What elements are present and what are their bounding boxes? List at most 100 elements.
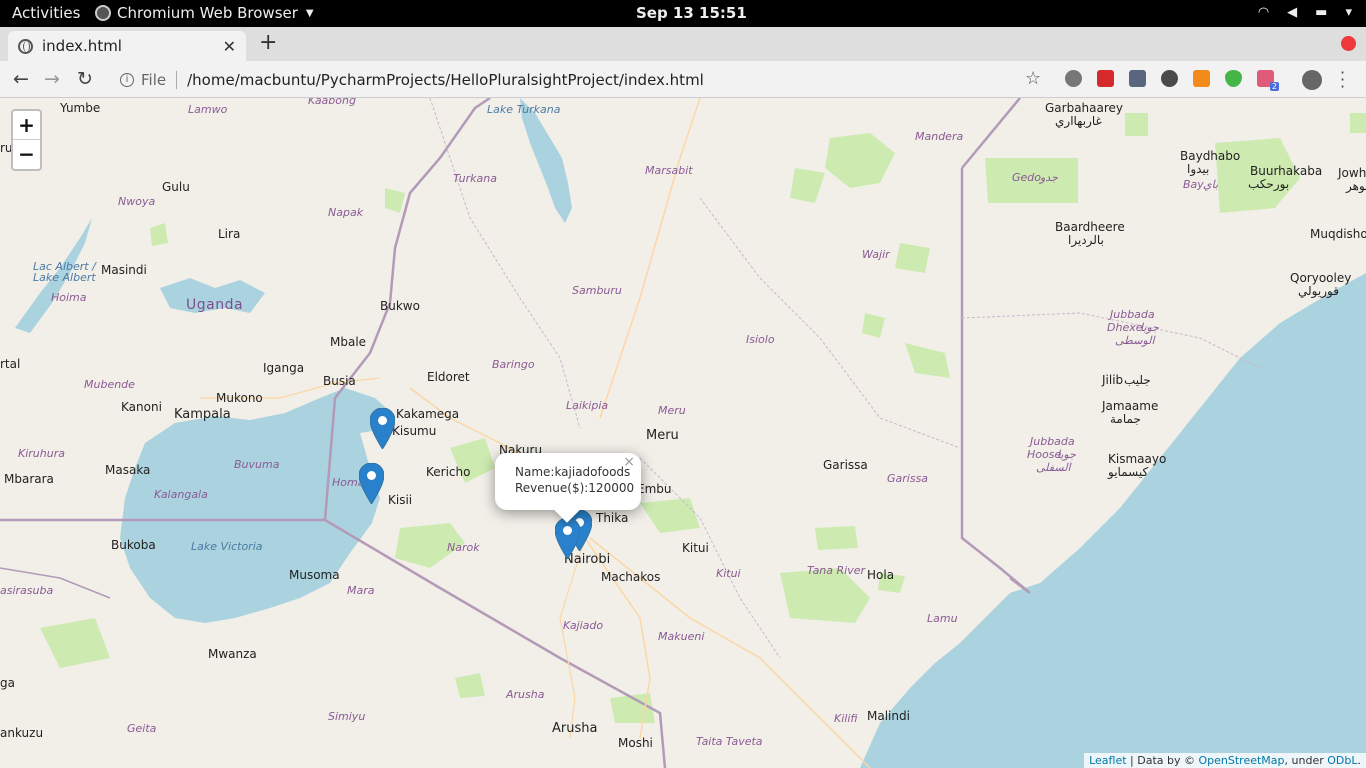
map-label: Thika <box>596 511 629 525</box>
map-label: Marsabit <box>645 164 693 177</box>
map-label: Nwoya <box>118 195 156 208</box>
map-label: Masaka <box>105 463 151 477</box>
extension-shield-icon[interactable] <box>1225 70 1242 87</box>
popup-name: Name:kajiadofoods <box>515 465 631 479</box>
tab-index-html[interactable]: index.html ✕ <box>8 31 246 61</box>
map-label: Bukoba <box>111 538 156 552</box>
leaflet-link[interactable]: Leaflet <box>1089 754 1126 767</box>
map-marker-pin[interactable] <box>359 463 384 504</box>
system-tray[interactable]: ◠ ◀ ▬ ▾ <box>1258 5 1352 20</box>
map-label: Geita <box>127 722 157 735</box>
extension-chat-icon[interactable] <box>1065 70 1082 87</box>
extension-pdf-icon[interactable] <box>1097 70 1114 87</box>
map-label: Kanoni <box>121 400 162 414</box>
map-label: Garbahaarey <box>1045 101 1124 115</box>
map-label: Lake Victoria <box>191 540 263 553</box>
map-label: Mubende <box>84 378 135 391</box>
map-label: بيدوا <box>1187 162 1210 176</box>
extension-orange-icon[interactable] <box>1193 70 1210 87</box>
reload-button[interactable]: ↻ <box>77 68 93 90</box>
map-label: Makueni <box>658 630 705 643</box>
map-label: Iganga <box>263 361 305 375</box>
map-label: Embu <box>637 482 672 496</box>
map-label: جوبا <box>1140 321 1159 334</box>
new-tab-button[interactable]: + <box>259 31 277 55</box>
clock[interactable]: Sep 13 15:51 <box>636 4 747 22</box>
tab-title: index.html <box>42 37 122 55</box>
openstreetmap-link[interactable]: OpenStreetMap <box>1199 754 1285 767</box>
extension-badge-icon[interactable]: 2 <box>1257 70 1279 91</box>
bookmark-star-icon[interactable]: ☆ <box>1025 68 1041 89</box>
map-label: Kilifi <box>834 712 858 725</box>
system-top-bar: Activities Chromium Web Browser ▼ Sep 13… <box>0 0 1366 27</box>
map-label: جوهر <box>1346 179 1366 193</box>
popup-close-button[interactable]: × <box>623 454 635 470</box>
map-label: باي <box>1203 178 1219 191</box>
map-label: Moshi <box>618 736 653 750</box>
zoom-out-button[interactable]: − <box>13 140 40 169</box>
map-label: Baardheere <box>1055 220 1125 234</box>
map-label: جمامة <box>1110 412 1141 426</box>
wifi-icon[interactable]: ◠ <box>1258 5 1269 20</box>
kebab-menu-icon[interactable]: · · · <box>1340 65 1345 95</box>
window-close-button[interactable] <box>1341 36 1356 51</box>
map-label: Kericho <box>426 465 471 479</box>
close-tab-icon[interactable]: ✕ <box>223 37 236 56</box>
map-label: Taita Taveta <box>696 735 763 748</box>
map-label: Malindi <box>867 709 910 723</box>
map-label: Mwanza <box>208 647 257 661</box>
extension-badge: 2 <box>1269 82 1279 91</box>
map-label: Yumbe <box>60 101 101 115</box>
map-label: Isiolo <box>746 333 775 346</box>
map-label: Lira <box>218 227 241 241</box>
map-label: Kakamega <box>396 407 460 421</box>
map-label: Wajir <box>862 248 890 261</box>
odbl-link[interactable]: ODbL <box>1327 754 1357 767</box>
map-label: Uganda <box>186 297 244 313</box>
map-label: ankuzu <box>0 726 44 740</box>
volume-icon[interactable]: ◀ <box>1287 5 1297 20</box>
battery-icon[interactable]: ▬ <box>1315 5 1327 20</box>
extensions-area: 2 <box>1065 70 1279 91</box>
map-label: Meru <box>646 428 679 443</box>
chromium-icon <box>95 5 111 21</box>
map-label: Dhexe <box>1107 321 1143 334</box>
extension-fedora-icon[interactable] <box>1161 70 1178 87</box>
address-bar[interactable]: i File /home/macbuntu/PycharmProjects/He… <box>112 65 1052 94</box>
leaflet-map[interactable]: Yumbe Lamwo Kaabong Lake Turkana Garbaha… <box>0 98 1366 768</box>
map-label: بالرديرا <box>1068 233 1104 247</box>
zoom-control: + − <box>11 109 42 171</box>
url-text[interactable]: /home/macbuntu/PycharmProjects/HelloPlur… <box>187 71 704 89</box>
map-label: Masindi <box>101 263 147 277</box>
map-label: Machakos <box>601 570 661 584</box>
map-label: الوسطى <box>1115 334 1155 347</box>
extension-upload-icon[interactable] <box>1129 70 1146 87</box>
map-label: Qoryooley <box>1290 271 1352 285</box>
avatar[interactable] <box>1302 70 1322 90</box>
map-label: جدو <box>1040 171 1058 184</box>
url-scheme: File <box>141 70 167 89</box>
map-label: Jamaame <box>1102 399 1159 413</box>
map-label: Eldoret <box>427 370 470 384</box>
map-marker-pin[interactable] <box>555 518 580 559</box>
activities-button[interactable]: Activities <box>12 4 80 22</box>
chevron-down-icon[interactable]: ▾ <box>1345 5 1352 20</box>
map-label: Jowha <box>1338 166 1366 180</box>
map-label: Jilib <box>1102 373 1124 387</box>
map-label: Musoma <box>289 568 340 582</box>
popup-revenue: Revenue($):120000 <box>515 481 635 495</box>
map-label: جليب <box>1124 373 1151 387</box>
back-button[interactable]: ← <box>13 68 29 90</box>
forward-button[interactable]: → <box>44 68 60 90</box>
map-label: Lake Albert <box>33 271 96 284</box>
map-label: Mbale <box>330 335 367 349</box>
map-label: Buurhakaba <box>1250 164 1323 178</box>
zoom-in-button[interactable]: + <box>13 111 40 140</box>
attribution-text: . <box>1357 754 1362 767</box>
map-marker-pin[interactable] <box>370 408 395 449</box>
info-icon[interactable]: i <box>120 72 134 87</box>
map-label: السفلى <box>1036 461 1071 474</box>
app-name: Chromium Web Browser <box>117 4 298 22</box>
app-menu[interactable]: Chromium Web Browser ▼ <box>95 4 314 22</box>
map-label: Napak <box>328 206 364 219</box>
